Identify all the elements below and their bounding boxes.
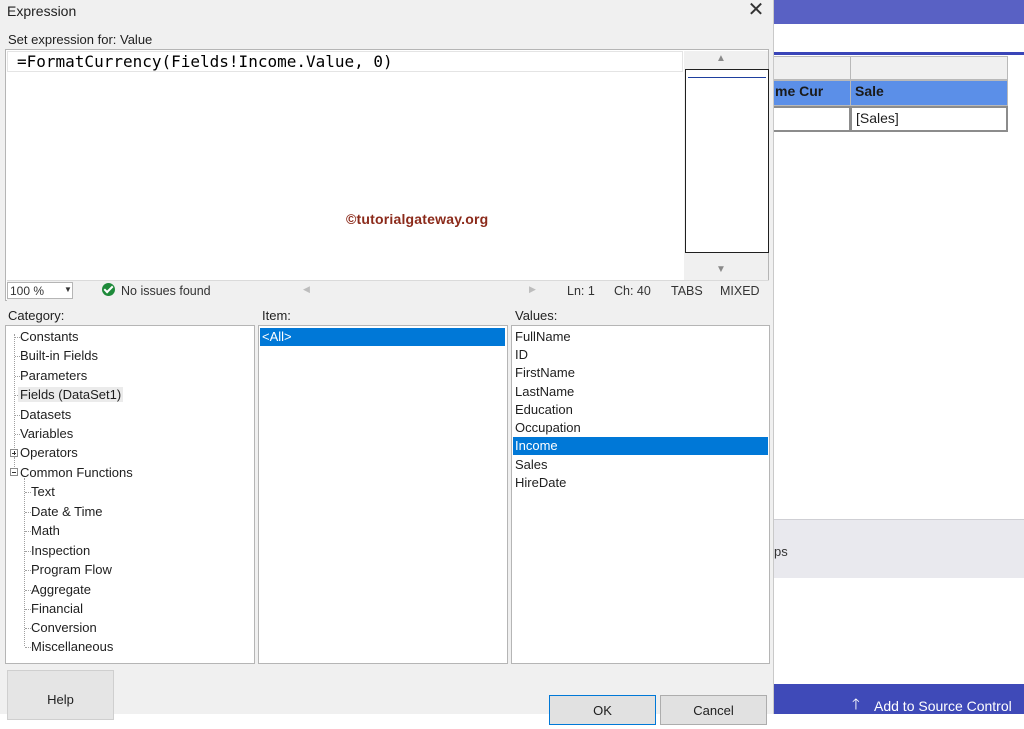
list-item[interactable]: HireDate bbox=[513, 474, 768, 492]
editor-status-bar: 100 % ▼ No issues found ◀ ▶ Ln: 1 Ch: 40… bbox=[7, 280, 769, 301]
category-tree[interactable]: Constants Built-in Fields Parameters Fie… bbox=[5, 325, 255, 664]
ok-button[interactable]: OK bbox=[549, 695, 656, 725]
category-item-fields[interactable]: Fields (DataSet1) bbox=[18, 387, 124, 402]
function-item-text[interactable]: Text bbox=[31, 484, 55, 499]
category-item-variables[interactable]: Variables bbox=[20, 426, 73, 441]
list-item[interactable]: LastName bbox=[513, 383, 768, 401]
category-item-constants[interactable]: Constants bbox=[20, 329, 79, 344]
add-to-source-control-button[interactable]: Add to Source Control bbox=[874, 698, 1012, 714]
check-circle-icon bbox=[102, 283, 115, 296]
vs-title-bar bbox=[774, 0, 1024, 24]
close-icon[interactable]: ✕ bbox=[745, 0, 767, 22]
set-expression-label: Set expression for: Value bbox=[8, 32, 153, 47]
values-label: Values: bbox=[515, 308, 558, 323]
item-label: Item: bbox=[262, 308, 291, 323]
function-item-date-time[interactable]: Date & Time bbox=[31, 504, 103, 519]
tabs-indicator[interactable]: TABS bbox=[671, 284, 703, 298]
groupings-panel-label: ps bbox=[774, 544, 788, 559]
designer-tab-separator bbox=[774, 52, 1024, 55]
column-indicator: Ch: 40 bbox=[614, 284, 651, 298]
list-item[interactable]: Education bbox=[513, 401, 768, 419]
category-item-parameters[interactable]: Parameters bbox=[20, 368, 87, 383]
collapse-minus-icon[interactable] bbox=[10, 468, 18, 476]
tree-connector bbox=[14, 334, 15, 450]
function-item-inspection[interactable]: Inspection bbox=[31, 543, 90, 558]
function-item-math[interactable]: Math bbox=[31, 523, 60, 538]
cancel-button[interactable]: Cancel bbox=[660, 695, 767, 725]
tablix-cell-sales[interactable]: [Sales] bbox=[850, 106, 1008, 132]
tablix-header-sale[interactable]: Sale bbox=[850, 80, 1008, 106]
zoom-value: 100 % bbox=[10, 284, 45, 298]
tablix-header-income-currency[interactable]: me Cur bbox=[770, 80, 851, 106]
values-list[interactable]: FullName ID FirstName LastName Education… bbox=[511, 325, 770, 664]
dialog-title: Expression bbox=[7, 3, 77, 19]
line-indicator: Ln: 1 bbox=[567, 284, 595, 298]
item-list[interactable]: <All> bbox=[258, 325, 508, 664]
zoom-dropdown[interactable]: 100 % ▼ bbox=[7, 282, 73, 299]
watermark: ©tutorialgateway.org bbox=[346, 211, 489, 227]
chevron-down-icon[interactable]: ▼ bbox=[64, 285, 72, 294]
line-endings-indicator[interactable]: MIXED bbox=[720, 284, 760, 298]
tablix-column-handle-2[interactable] bbox=[850, 56, 1008, 80]
vertical-scrollbar[interactable]: ▲ ▼ bbox=[684, 51, 769, 280]
category-label: Category: bbox=[8, 308, 65, 323]
scroll-up-icon[interactable]: ▲ bbox=[716, 53, 726, 64]
scroll-right-icon[interactable]: ▶ bbox=[529, 284, 536, 295]
expression-text[interactable]: =FormatCurrency(Fields!Income.Value, 0) bbox=[17, 52, 393, 71]
category-item-datasets[interactable]: Datasets bbox=[20, 407, 71, 422]
help-button[interactable]: Help bbox=[7, 670, 114, 720]
list-item[interactable]: ID bbox=[513, 346, 768, 364]
arrow-up-icon[interactable]: 🡑 bbox=[852, 694, 860, 719]
category-item-operators[interactable]: Operators bbox=[20, 445, 78, 460]
list-item[interactable]: <All> bbox=[260, 328, 505, 346]
tablix-cell-income[interactable] bbox=[770, 106, 851, 132]
tablix-column-handle-1[interactable] bbox=[770, 56, 851, 80]
list-item[interactable]: FullName bbox=[513, 328, 768, 346]
tree-connector bbox=[24, 478, 25, 646]
expression-editor[interactable]: =FormatCurrency(Fields!Income.Value, 0) … bbox=[5, 49, 769, 301]
category-item-common-functions[interactable]: Common Functions bbox=[20, 465, 133, 480]
expression-dialog: Expression ✕ Set expression for: Value =… bbox=[0, 0, 774, 725]
list-item[interactable]: Occupation bbox=[513, 419, 768, 437]
scroll-down-icon[interactable]: ▼ bbox=[716, 264, 726, 275]
scroll-left-icon[interactable]: ◀ bbox=[303, 284, 310, 295]
tree-connector bbox=[14, 457, 15, 467]
function-item-program-flow[interactable]: Program Flow bbox=[31, 562, 112, 577]
category-item-built-in-fields[interactable]: Built-in Fields bbox=[20, 348, 98, 363]
issues-status[interactable]: No issues found bbox=[121, 284, 211, 298]
list-item[interactable]: FirstName bbox=[513, 364, 768, 382]
vs-status-bar: 🡑 Add to Source Control bbox=[774, 684, 1024, 714]
expand-plus-icon[interactable] bbox=[10, 449, 18, 457]
report-designer-background: me Cur Sale [Sales] ps 🡑 Add to Source C… bbox=[770, 0, 1024, 714]
list-item[interactable]: Income bbox=[513, 437, 768, 455]
groupings-panel: ps bbox=[774, 520, 1024, 578]
minimap-line-marker bbox=[688, 77, 766, 78]
function-item-conversion[interactable]: Conversion bbox=[31, 620, 97, 635]
function-item-financial[interactable]: Financial bbox=[31, 601, 83, 616]
function-item-miscellaneous[interactable]: Miscellaneous bbox=[31, 639, 113, 654]
scrollbar-minimap[interactable] bbox=[685, 69, 769, 253]
function-item-aggregate[interactable]: Aggregate bbox=[31, 582, 91, 597]
list-item[interactable]: Sales bbox=[513, 456, 768, 474]
